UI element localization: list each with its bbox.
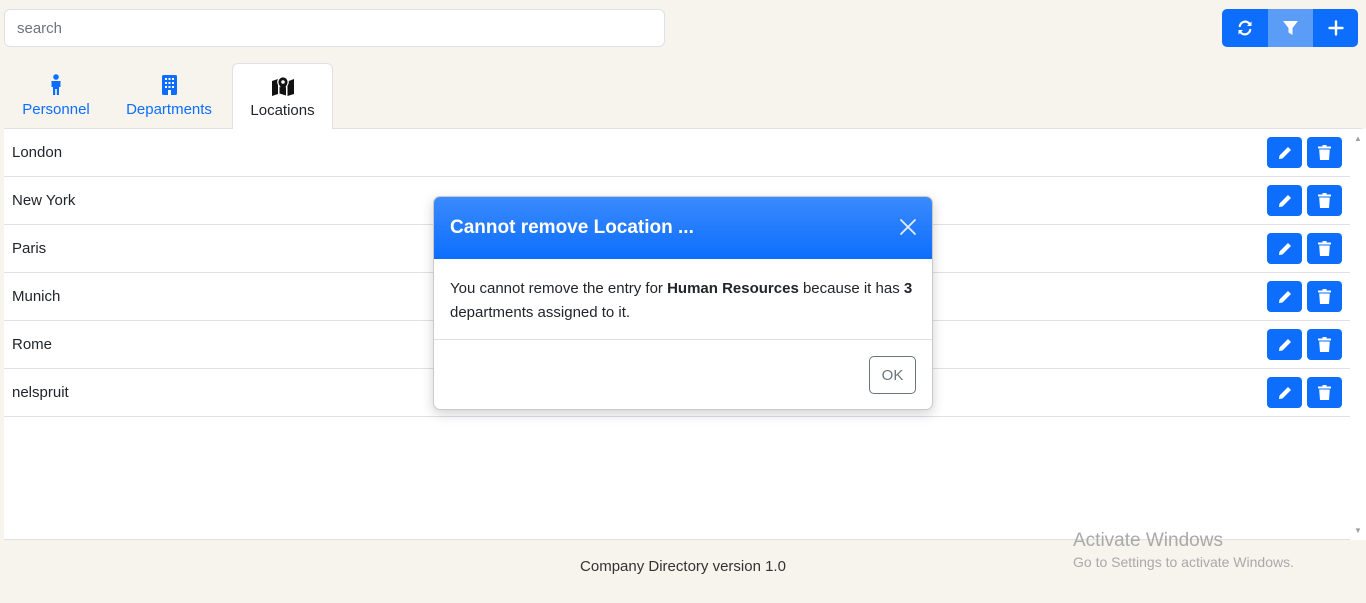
edit-button[interactable] — [1267, 233, 1302, 264]
trash-icon — [1318, 145, 1331, 160]
tab-departments[interactable]: Departments — [110, 63, 228, 129]
scroll-up-arrow-icon[interactable]: ▲ — [1353, 133, 1363, 143]
tab-personnel-label: Personnel — [22, 101, 90, 118]
modal-department-count: 3 — [903, 280, 913, 297]
refresh-button[interactable] — [1222, 9, 1268, 47]
trash-icon — [1318, 241, 1331, 256]
ok-button[interactable]: OK — [869, 356, 916, 394]
filter-icon — [1283, 21, 1298, 35]
delete-button[interactable] — [1307, 137, 1342, 168]
trash-icon — [1318, 193, 1331, 208]
modal-footer: OK — [434, 340, 932, 409]
tab-locations-label: Locations — [250, 102, 315, 119]
edit-button[interactable] — [1267, 329, 1302, 360]
delete-button[interactable] — [1307, 233, 1342, 264]
modal-header: Cannot remove Location ... — [434, 197, 932, 259]
modal-text-middle: because it has — [798, 280, 904, 297]
plus-icon — [1327, 20, 1344, 36]
toolbar-button-group — [1222, 9, 1358, 47]
edit-button[interactable] — [1267, 185, 1302, 216]
list-item: London — [4, 129, 1350, 177]
pencil-icon — [1278, 146, 1291, 159]
delete-button[interactable] — [1307, 377, 1342, 408]
pencil-icon — [1278, 290, 1291, 303]
edit-button[interactable] — [1267, 137, 1302, 168]
location-name: Rome — [12, 336, 53, 353]
activate-windows-subtitle: Go to Settings to activate Windows. — [1073, 554, 1294, 570]
close-icon[interactable] — [898, 217, 918, 237]
modal-text-before: You cannot remove the entry for — [450, 280, 668, 297]
delete-button[interactable] — [1307, 281, 1342, 312]
pencil-icon — [1278, 338, 1291, 351]
location-name: London — [12, 144, 63, 161]
map-icon — [271, 74, 295, 98]
modal-title: Cannot remove Location ... — [450, 217, 694, 238]
location-name: nelspruit — [12, 384, 69, 401]
pencil-icon — [1278, 242, 1291, 255]
modal-text-after: departments assigned to it. — [450, 304, 631, 321]
filter-button[interactable] — [1268, 9, 1313, 47]
location-name: Paris — [12, 240, 47, 257]
add-button[interactable] — [1313, 9, 1358, 47]
refresh-icon — [1238, 20, 1252, 36]
delete-button[interactable] — [1307, 185, 1342, 216]
building-icon — [161, 73, 177, 97]
edit-button[interactable] — [1267, 281, 1302, 312]
pencil-icon — [1278, 386, 1291, 399]
tab-bar: Personnel Departments Locations — [4, 63, 1362, 130]
location-name: New York — [12, 192, 76, 209]
search-input[interactable] — [4, 9, 665, 47]
activate-windows-title: Activate Windows — [1073, 530, 1223, 551]
modal-entity-name: Human Resources — [667, 280, 799, 297]
pencil-icon — [1278, 194, 1291, 207]
scrollbar[interactable]: ▲ ▼ — [1350, 129, 1366, 540]
person-icon — [50, 73, 62, 97]
trash-icon — [1318, 337, 1331, 352]
location-name: Munich — [12, 288, 61, 305]
tab-personnel[interactable]: Personnel — [4, 63, 108, 129]
scroll-down-arrow-icon[interactable]: ▼ — [1353, 525, 1363, 535]
error-modal: Cannot remove Location ... You cannot re… — [433, 196, 933, 410]
edit-button[interactable] — [1267, 377, 1302, 408]
trash-icon — [1318, 385, 1331, 400]
trash-icon — [1318, 289, 1331, 304]
tab-departments-label: Departments — [126, 101, 212, 118]
modal-message: You cannot remove the entry for Human Re… — [434, 259, 932, 340]
delete-button[interactable] — [1307, 329, 1342, 360]
tab-locations[interactable]: Locations — [232, 63, 333, 130]
